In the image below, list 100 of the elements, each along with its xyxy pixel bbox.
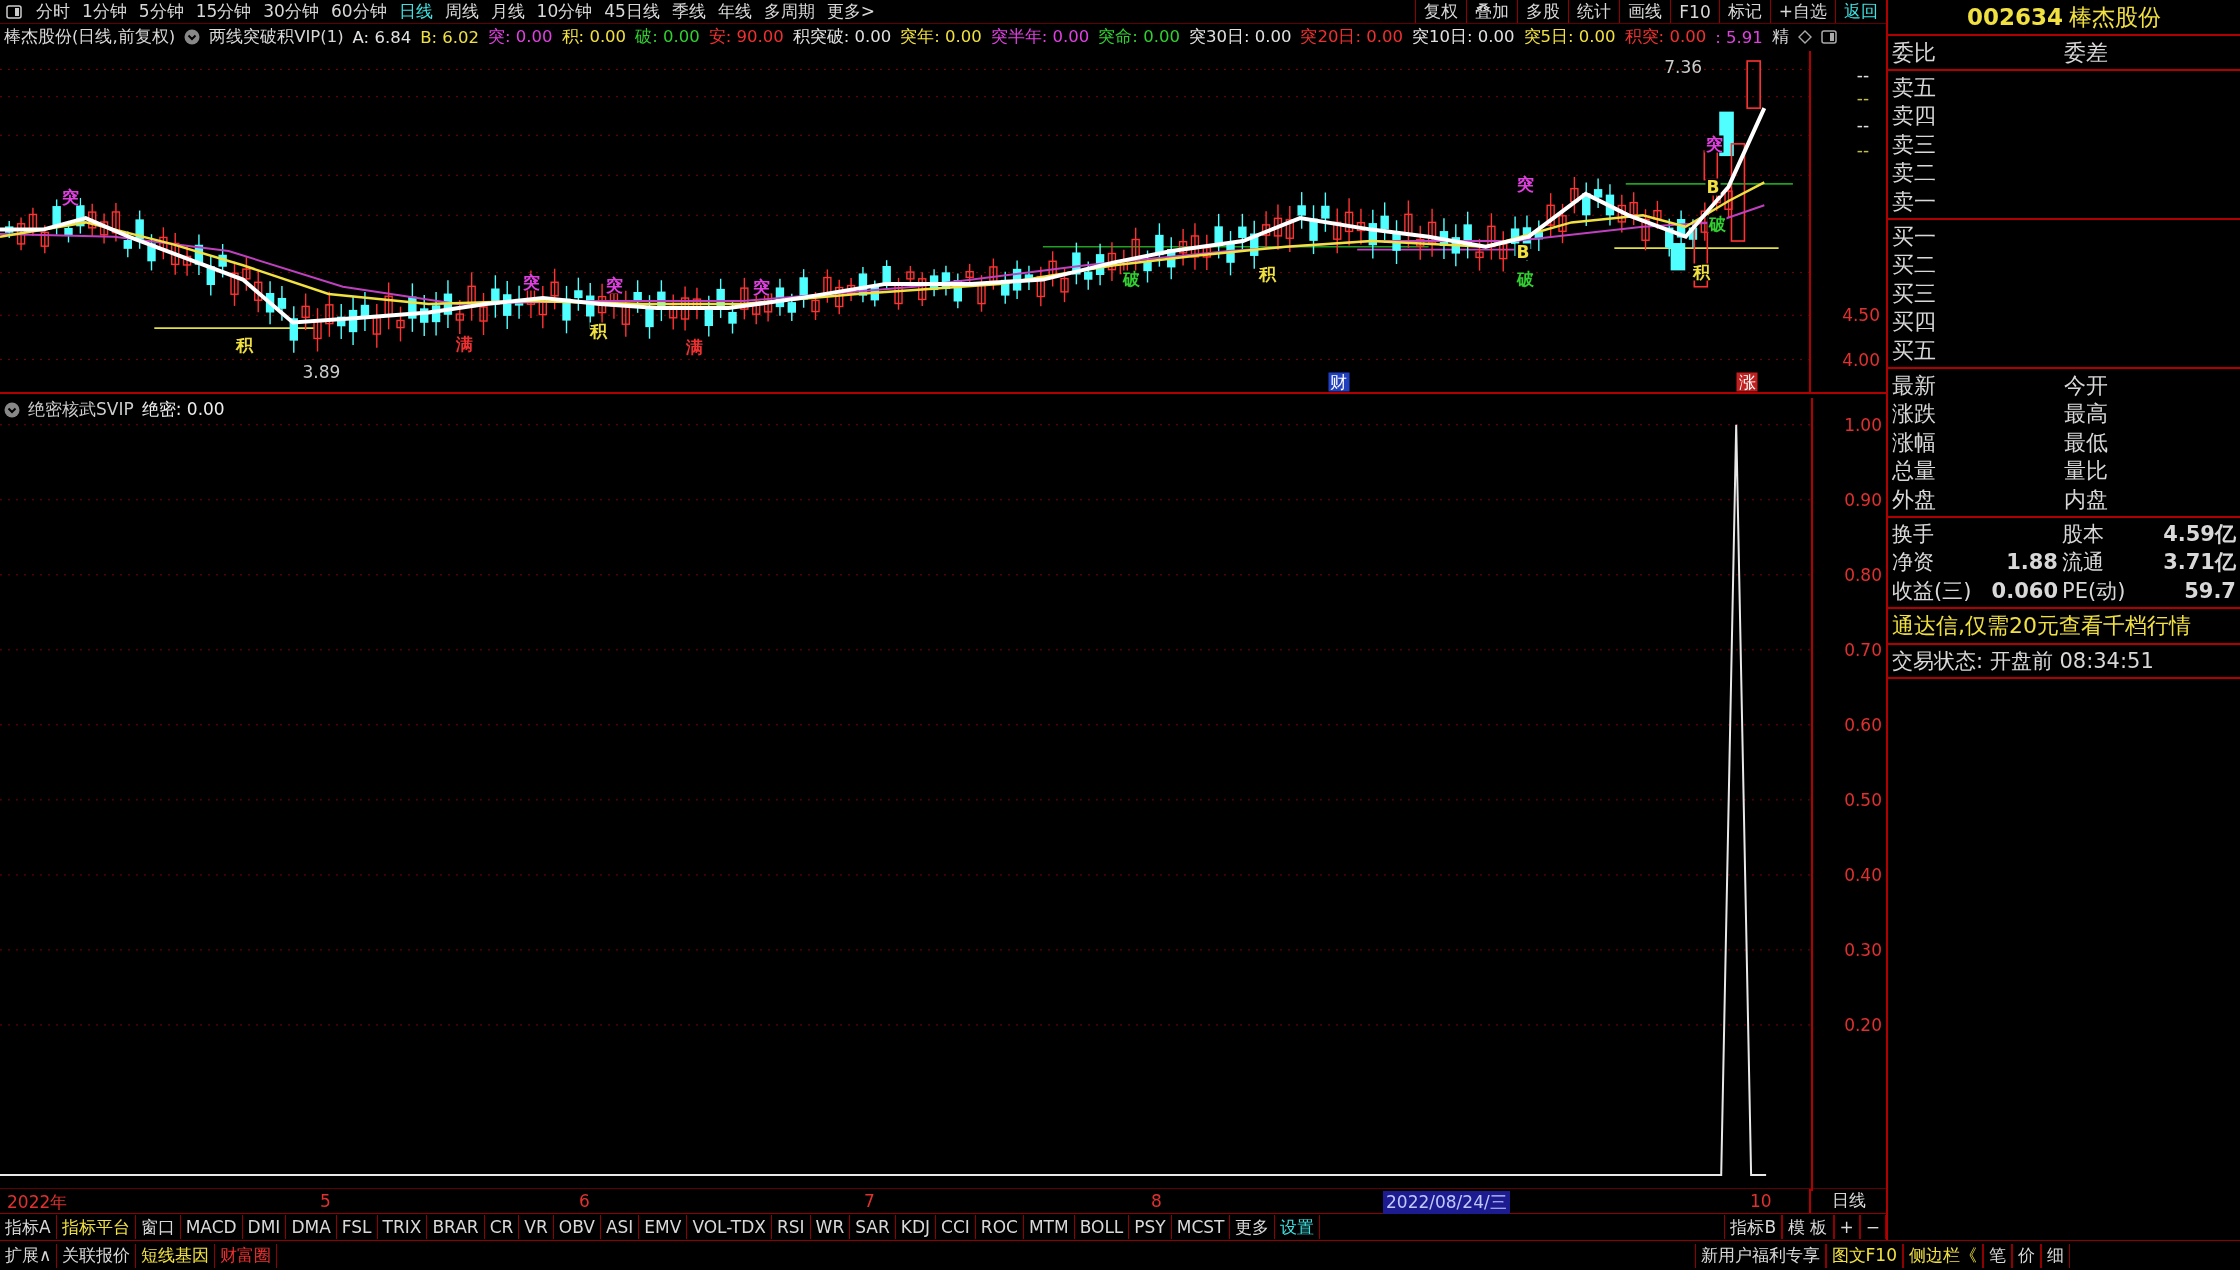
field-label: 换手	[1892, 520, 1935, 548]
indicator-tab[interactable]: −	[1859, 1215, 1886, 1240]
indicator-tab[interactable]: EMV	[639, 1215, 688, 1240]
promo-text[interactable]: 通达信,仅需20元查看千档行情	[1888, 609, 2240, 646]
period-tab[interactable]: 60分钟	[324, 0, 393, 23]
value-tick: 0.30	[1844, 940, 1882, 961]
field-value: 59.7	[2183, 579, 2237, 603]
indicator-tab[interactable]: MTM	[1023, 1215, 1075, 1240]
indicator-tab[interactable]: CR	[484, 1215, 520, 1240]
indicator-tab[interactable]: FSL	[336, 1215, 378, 1240]
order-level-label: 买二	[1892, 251, 1937, 280]
field-label: 收益(三)	[1892, 578, 1973, 605]
indicator-tab[interactable]: KDJ	[895, 1215, 937, 1240]
diamond-icon[interactable]	[1797, 30, 1812, 45]
bottom-tab[interactable]: 关联报价	[57, 1243, 137, 1268]
bottom-tab[interactable]: 图文F10	[1825, 1243, 1903, 1268]
indicator-tab[interactable]: +	[1833, 1215, 1860, 1240]
toolbar-button[interactable]: 复权	[1415, 0, 1467, 23]
field-value: 0.060	[1990, 579, 2059, 603]
high-price-label: 7.36	[1664, 58, 1703, 76]
indicator-value: 突20日: 0.00	[1300, 26, 1403, 49]
period-tab[interactable]: 分时	[30, 0, 76, 23]
period-tab[interactable]: 30分钟	[257, 0, 325, 23]
indicator-tab[interactable]: 指标平台	[56, 1215, 136, 1240]
period-tab[interactable]: 15分钟	[189, 0, 258, 23]
panel-toggle-icon[interactable]	[1820, 30, 1837, 45]
indicator-tab[interactable]: 设置	[1275, 1215, 1321, 1240]
indicator-tab[interactable]: 模 板	[1782, 1215, 1834, 1240]
indicator-tab[interactable]: ROC	[975, 1215, 1024, 1240]
indicator-tab[interactable]: MCST	[1171, 1215, 1231, 1240]
period-tab[interactable]: 更多>	[820, 0, 882, 23]
panel-toggle-icon[interactable]	[6, 4, 22, 19]
indicator-tab[interactable]: CCI	[936, 1215, 976, 1240]
indicator-tab[interactable]: DMI	[242, 1215, 287, 1240]
period-tab[interactable]: 1分钟	[76, 0, 133, 23]
dropdown-icon[interactable]	[4, 402, 20, 418]
indicator-tab[interactable]: BRAR	[427, 1215, 485, 1240]
bottom-tab[interactable]: 新用户福利专享	[1694, 1243, 1826, 1268]
toolbar-button[interactable]: 叠加	[1466, 0, 1518, 23]
period-tab[interactable]: 多周期	[757, 0, 821, 23]
field-label: 净资	[1892, 549, 1935, 577]
indicator-value: 突30日: 0.00	[1188, 26, 1292, 49]
toolbar-button[interactable]: 标记	[1718, 0, 1770, 23]
period-label: 日线	[1809, 1189, 1886, 1214]
low-price-label: 3.89	[302, 363, 341, 381]
indicator-tab[interactable]: BOLL	[1074, 1215, 1130, 1240]
bottom-tab[interactable]: 侧边栏《	[1903, 1243, 1983, 1268]
period-tab[interactable]: 5分钟	[132, 0, 190, 23]
indicator-value: 突年: 0.00	[900, 26, 982, 49]
axis-dash: --	[1856, 66, 1870, 84]
period-tab[interactable]: 月线	[484, 0, 531, 23]
indicator-tab[interactable]: PSY	[1129, 1215, 1172, 1240]
indicator-tab[interactable]: 指标A	[0, 1215, 57, 1240]
indicator-tab[interactable]: VR	[519, 1215, 554, 1240]
field-label: 最新	[1892, 371, 1937, 400]
indicator-tab[interactable]: ASI	[600, 1215, 640, 1240]
toolbar-button[interactable]: +自选	[1769, 0, 1835, 23]
bottom-tab[interactable]: 短线基因	[136, 1243, 216, 1268]
signal-marker: 破	[1121, 270, 1141, 288]
indicator-tab[interactable]: WR	[810, 1215, 851, 1240]
toolbar-button[interactable]: 多股	[1517, 0, 1569, 23]
period-tab[interactable]: 年线	[711, 0, 758, 23]
date-label: 5	[320, 1191, 331, 1212]
toolbar-button[interactable]: 返回	[1835, 0, 1886, 23]
field-label: 量比	[2064, 457, 2109, 486]
indicator-name: 绝密核武SVIP	[28, 398, 134, 422]
bottom-tab[interactable]: 价	[2012, 1243, 2041, 1268]
toolbar-button[interactable]: F10	[1670, 0, 1719, 23]
indicator-tab[interactable]: DMA	[286, 1215, 337, 1240]
event-badge: 财	[1328, 372, 1350, 392]
field-value: 3.71亿	[2162, 549, 2237, 577]
field-label: 最高	[2064, 400, 2109, 429]
period-tab[interactable]: 日线	[392, 0, 439, 23]
indicator-tab[interactable]: 窗口	[135, 1215, 181, 1240]
indicator-tab[interactable]: SAR	[850, 1215, 896, 1240]
indicator-tab[interactable]: RSI	[772, 1215, 811, 1240]
order-level-label: 卖一	[1892, 187, 1937, 216]
indicator-tab[interactable]: TRIX	[377, 1215, 428, 1240]
period-tab[interactable]: 45日线	[598, 0, 666, 23]
indicator-tab[interactable]: VOL-TDX	[687, 1215, 772, 1240]
bottom-tab[interactable]: 财富圈	[215, 1243, 278, 1268]
toolbar-button[interactable]: 画线	[1619, 0, 1671, 23]
bottom-tab[interactable]: 笔	[1983, 1243, 2012, 1268]
indicator-value: 突5日: 0.00	[1523, 26, 1616, 49]
indicator-tab[interactable]: OBV	[553, 1215, 601, 1240]
indicator-value: 突10日: 0.00	[1412, 26, 1515, 49]
indicator-tab[interactable]: MACD	[180, 1215, 243, 1240]
indicator-value: 突半年: 0.00	[990, 26, 1090, 49]
period-tab[interactable]: 10分钟	[530, 0, 599, 23]
dropdown-icon[interactable]	[184, 29, 201, 46]
signal-marker: B	[1705, 178, 1721, 196]
period-tab[interactable]: 季线	[665, 0, 712, 23]
bottom-tab[interactable]: 细	[2041, 1243, 2070, 1268]
indicator-tab[interactable]: 更多	[1230, 1215, 1276, 1240]
bottom-tab[interactable]: 扩展∧	[0, 1243, 58, 1268]
order-level-label: 买五	[1892, 336, 1937, 365]
toolbar-button[interactable]: 统计	[1568, 0, 1620, 23]
indicator-tab[interactable]: 指标B	[1724, 1215, 1783, 1240]
signal-marker: 突	[60, 188, 80, 206]
period-tab[interactable]: 周线	[438, 0, 485, 23]
